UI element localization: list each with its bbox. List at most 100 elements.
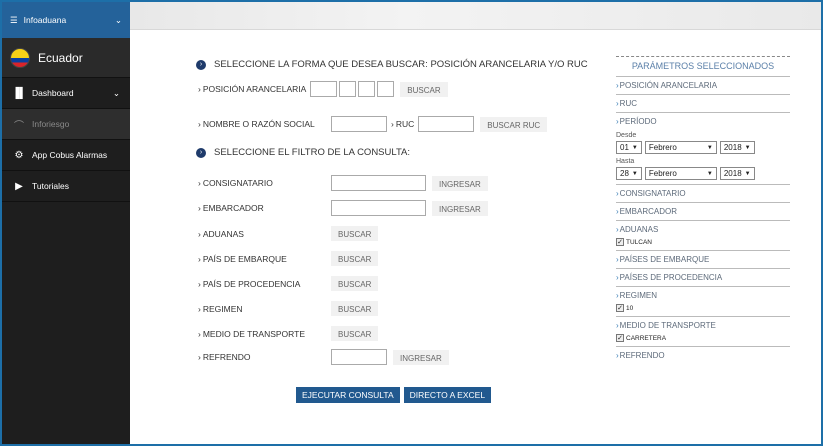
main-content: › SELECCIONE LA FORMA QUE DESEA BUSCAR: … xyxy=(130,30,821,444)
medio-transporte-label: › MEDIO DE TRANSPORTE xyxy=(198,328,306,339)
filter-heading-row: › SELECCIONE EL FILTRO DE LA CONSULTA: xyxy=(196,147,410,158)
chevron-down-icon: ⌄ xyxy=(112,87,120,98)
param-paises-embarque[interactable]: ›PAÍSES DE EMBARQUE xyxy=(616,251,790,269)
check-icon[interactable]: ✓ xyxy=(616,334,624,342)
hasta-month-select[interactable]: Febrero ▼ xyxy=(644,167,717,180)
pais-embarque-label: › PAÍS DE EMBARQUE xyxy=(198,253,287,264)
posicion-input-4[interactable] xyxy=(377,81,395,97)
bar-chart-icon: ▐▌ xyxy=(12,87,27,99)
regimen-checkbox-row: ✓ 10 xyxy=(616,304,790,312)
country-logo[interactable]: Ecuador xyxy=(2,38,130,78)
check-icon[interactable]: ✓ xyxy=(616,304,624,312)
refrendo-input[interactable] xyxy=(331,349,387,365)
desde-label: Desde xyxy=(616,132,637,139)
filter-heading: SELECCIONE EL FILTRO DE LA CONSULTA: xyxy=(214,147,411,158)
param-embarcador[interactable]: ›EMBARCADOR xyxy=(616,203,790,221)
desde-year-select[interactable]: 2018 ▼ xyxy=(719,141,755,154)
sidebar-item-tutoriales[interactable]: ▶ Tutoriales xyxy=(2,171,130,202)
posicion-row: › POSICIÓN ARANCELARIA BUSCAR xyxy=(198,81,448,97)
buscar-pais-procedencia-button[interactable]: BUSCAR xyxy=(331,276,379,291)
buscar-posicion-button[interactable]: BUSCAR xyxy=(400,81,448,97)
play-icon: ▶ xyxy=(15,180,23,192)
embarcador-input[interactable] xyxy=(331,200,426,216)
embarcador-label: › EMBARCADOR xyxy=(198,203,264,213)
buscar-medio-transporte-button[interactable]: BUSCAR xyxy=(331,326,379,341)
chevron-down-icon: ⌄ xyxy=(114,14,122,25)
menu-icon: ☰ xyxy=(10,14,18,25)
nombre-input[interactable] xyxy=(331,116,387,132)
hasta-year-select[interactable]: 2018 ▼ xyxy=(719,167,755,180)
pais-procedencia-row: › PAÍS DE PROCEDENCIA BUSCAR xyxy=(198,276,379,291)
chevron-right-circle-icon: › xyxy=(196,147,206,158)
aduanas-row: › ADUANAS BUSCAR xyxy=(198,226,379,241)
regimen-value: 10 xyxy=(626,304,634,312)
posicion-input-1[interactable] xyxy=(310,81,338,97)
param-posicion[interactable]: ›POSICIÓN ARANCELARIA xyxy=(616,77,790,95)
medio-checkbox-row: ✓ CARRETERA xyxy=(616,334,790,342)
parameters-title: PARÁMETROS SELECCIONADOS xyxy=(616,56,790,77)
search-heading: SELECCIONE LA FORMA QUE DESEA BUSCAR: PO… xyxy=(214,59,588,70)
param-paises-procedencia[interactable]: ›PAÍSES DE PROCEDENCIA xyxy=(616,269,790,287)
aduanas-param-label[interactable]: ›ADUANAS xyxy=(616,225,790,234)
sidebar: ☰ Infoaduana ⌄ Ecuador ▐▌ Dashboard ⌄ ⌒ … xyxy=(2,2,130,444)
param-ruc[interactable]: ›RUC xyxy=(616,95,790,113)
ruc-input[interactable] xyxy=(418,116,475,132)
gear-icon: ⚙ xyxy=(14,149,24,161)
embarcador-row: › EMBARCADOR INGRESAR xyxy=(198,200,488,216)
regimen-label: › REGIMEN xyxy=(198,303,243,314)
medio-value: CARRETERA xyxy=(626,334,667,342)
posicion-label: › POSICIÓN ARANCELARIA xyxy=(198,84,307,94)
sidebar-item-label: Tutoriales xyxy=(32,181,70,191)
ejecutar-consulta-button[interactable]: EJECUTAR CONSULTA xyxy=(296,387,400,403)
sidebar-item-app-cobus-alarmas[interactable]: ⚙ App Cobus Alarmas xyxy=(2,140,130,171)
sidebar-item-label: Inforiesgo xyxy=(32,119,70,129)
desde-day-select[interactable]: 01 ▼ xyxy=(616,141,642,154)
medio-param-label[interactable]: ›MEDIO DE TRANSPORTE xyxy=(616,321,790,330)
consignatario-row: › CONSIGNATARIO INGRESAR xyxy=(198,175,488,191)
ingresar-consignatario-button[interactable]: INGRESAR xyxy=(432,175,488,191)
pais-procedencia-label: › PAÍS DE PROCEDENCIA xyxy=(198,278,301,289)
hasta-selects: 28 ▼ Febrero ▼ 2018 ▼ xyxy=(616,167,790,180)
check-icon[interactable]: ✓ xyxy=(616,238,624,246)
sidebar-item-dashboard[interactable]: ▐▌ Dashboard ⌄ xyxy=(2,78,130,109)
consignatario-label: › CONSIGNATARIO xyxy=(198,178,273,188)
sidebar-item-inforiesgo[interactable]: ⌒ Inforiesgo xyxy=(2,109,130,140)
ingresar-embarcador-button[interactable]: INGRESAR xyxy=(432,200,488,216)
aduanas-label: › ADUANAS xyxy=(198,228,244,239)
param-refrendo[interactable]: ›REFRENDO xyxy=(616,347,790,364)
param-periodo: ›PERÍODO Desde 01 ▼ Febrero ▼ 2018 ▼ Hasta 28… xyxy=(616,113,790,185)
top-bar xyxy=(130,2,821,30)
chevron-right-circle-icon: › xyxy=(196,59,206,70)
refrendo-row: › REFRENDO INGRESAR xyxy=(198,349,449,365)
hasta-label: Hasta xyxy=(616,158,635,165)
directo-excel-button[interactable]: DIRECTO A EXCEL xyxy=(403,387,492,403)
hasta-day-select[interactable]: 28 ▼ xyxy=(616,167,642,180)
pais-embarque-row: › PAÍS DE EMBARQUE BUSCAR xyxy=(198,251,379,266)
ecuador-flag-icon xyxy=(10,47,30,68)
posicion-input-2[interactable] xyxy=(339,81,357,97)
regimen-row: › REGIMEN BUSCAR xyxy=(198,301,379,316)
sidebar-item-label: Dashboard xyxy=(32,88,74,98)
param-medio: ›MEDIO DE TRANSPORTE ✓ CARRETERA xyxy=(616,317,790,347)
sidebar-item-infoaduana[interactable]: ☰ Infoaduana ⌄ xyxy=(2,2,130,38)
buscar-pais-embarque-button[interactable]: BUSCAR xyxy=(331,251,379,266)
sidebar-item-label: Infoaduana xyxy=(23,15,67,25)
ingresar-refrendo-button[interactable]: INGRESAR xyxy=(393,349,449,365)
app-window: ☰ Infoaduana ⌄ Ecuador ▐▌ Dashboard ⌄ ⌒ … xyxy=(2,2,821,444)
action-buttons: EJECUTAR CONSULTA DIRECTO A EXCEL xyxy=(296,387,492,403)
param-regimen: ›REGIMEN ✓ 10 xyxy=(616,287,790,317)
sidebar-item-label: App Cobus Alarmas xyxy=(32,150,108,160)
search-heading-row: › SELECCIONE LA FORMA QUE DESEA BUSCAR: … xyxy=(196,59,588,70)
buscar-ruc-button[interactable]: BUSCAR RUC xyxy=(480,116,548,132)
buscar-aduanas-button[interactable]: BUSCAR xyxy=(331,226,379,241)
param-consignatario[interactable]: ›CONSIGNATARIO xyxy=(616,185,790,203)
desde-selects: 01 ▼ Febrero ▼ 2018 ▼ xyxy=(616,141,790,154)
posicion-input-3[interactable] xyxy=(358,81,376,97)
buscar-regimen-button[interactable]: BUSCAR xyxy=(331,301,379,316)
desde-month-select[interactable]: Febrero ▼ xyxy=(644,141,717,154)
aduanas-checkbox-row: ✓ TULCAN xyxy=(616,238,790,246)
refrendo-label: › REFRENDO xyxy=(198,352,251,362)
regimen-param-label[interactable]: ›REGIMEN xyxy=(616,291,790,300)
aduanas-value: TULCAN xyxy=(626,238,653,246)
consignatario-input[interactable] xyxy=(331,175,426,191)
